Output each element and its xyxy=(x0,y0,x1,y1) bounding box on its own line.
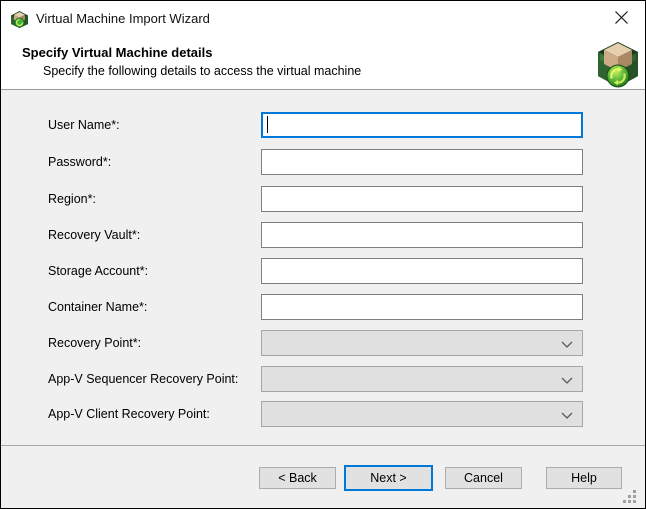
field-row-storage-account: Storage Account*: xyxy=(1,258,645,284)
chevron-down-icon xyxy=(561,377,573,384)
field-row-password: Password*: xyxy=(1,149,645,175)
appv-sequencer-recovery-point-label: App-V Sequencer Recovery Point: xyxy=(48,366,238,392)
user-name-input[interactable] xyxy=(261,112,583,138)
package-icon xyxy=(11,11,28,28)
text-caret xyxy=(267,116,268,133)
field-row-appv-sequencer-recovery-point: App-V Sequencer Recovery Point: xyxy=(1,366,645,392)
virtual-machine-import-wizard-dialog: Virtual Machine Import Wizard Specify Vi… xyxy=(0,0,646,509)
region-input[interactable] xyxy=(261,186,583,212)
help-button[interactable]: Help xyxy=(546,467,622,489)
storage-account-input[interactable] xyxy=(261,258,583,284)
page-subtitle: Specify the following details to access … xyxy=(43,64,361,78)
appv-sequencer-recovery-point-dropdown[interactable] xyxy=(261,366,583,392)
cancel-button[interactable]: Cancel xyxy=(445,467,522,489)
button-bar: < Back Next > Cancel Help xyxy=(1,447,645,508)
field-row-recovery-point: Recovery Point*: xyxy=(1,330,645,356)
recovery-vault-label: Recovery Vault*: xyxy=(48,222,140,248)
storage-account-label: Storage Account*: xyxy=(48,258,148,284)
page-title: Specify Virtual Machine details xyxy=(22,45,213,60)
field-row-region: Region*: xyxy=(1,186,645,212)
wizard-header: Virtual Machine Import Wizard Specify Vi… xyxy=(1,1,645,90)
container-name-label: Container Name*: xyxy=(48,294,147,320)
field-row-appv-client-recovery-point: App-V Client Recovery Point: xyxy=(1,401,645,427)
resize-grip[interactable] xyxy=(621,488,638,505)
field-row-container-name: Container Name*: xyxy=(1,294,645,320)
next-button[interactable]: Next > xyxy=(344,465,433,491)
field-row-recovery-vault: Recovery Vault*: xyxy=(1,222,645,248)
form-area: User Name*: Password*: Region*: Recovery… xyxy=(1,91,645,446)
package-recycle-icon xyxy=(598,41,638,89)
field-row-user-name: User Name*: xyxy=(1,112,645,138)
password-label: Password*: xyxy=(48,149,111,175)
appv-client-recovery-point-label: App-V Client Recovery Point: xyxy=(48,401,210,427)
chevron-down-icon xyxy=(561,341,573,348)
close-button[interactable] xyxy=(599,1,643,33)
region-label: Region*: xyxy=(48,186,96,212)
user-name-label: User Name*: xyxy=(48,112,120,138)
chevron-down-icon xyxy=(561,412,573,419)
recovery-point-label: Recovery Point*: xyxy=(48,330,141,356)
recovery-vault-input[interactable] xyxy=(261,222,583,248)
window-title: Virtual Machine Import Wizard xyxy=(36,11,210,26)
container-name-input[interactable] xyxy=(261,294,583,320)
appv-client-recovery-point-dropdown[interactable] xyxy=(261,401,583,427)
close-icon xyxy=(614,10,629,25)
recovery-point-dropdown[interactable] xyxy=(261,330,583,356)
password-input[interactable] xyxy=(261,149,583,175)
back-button[interactable]: < Back xyxy=(259,467,336,489)
